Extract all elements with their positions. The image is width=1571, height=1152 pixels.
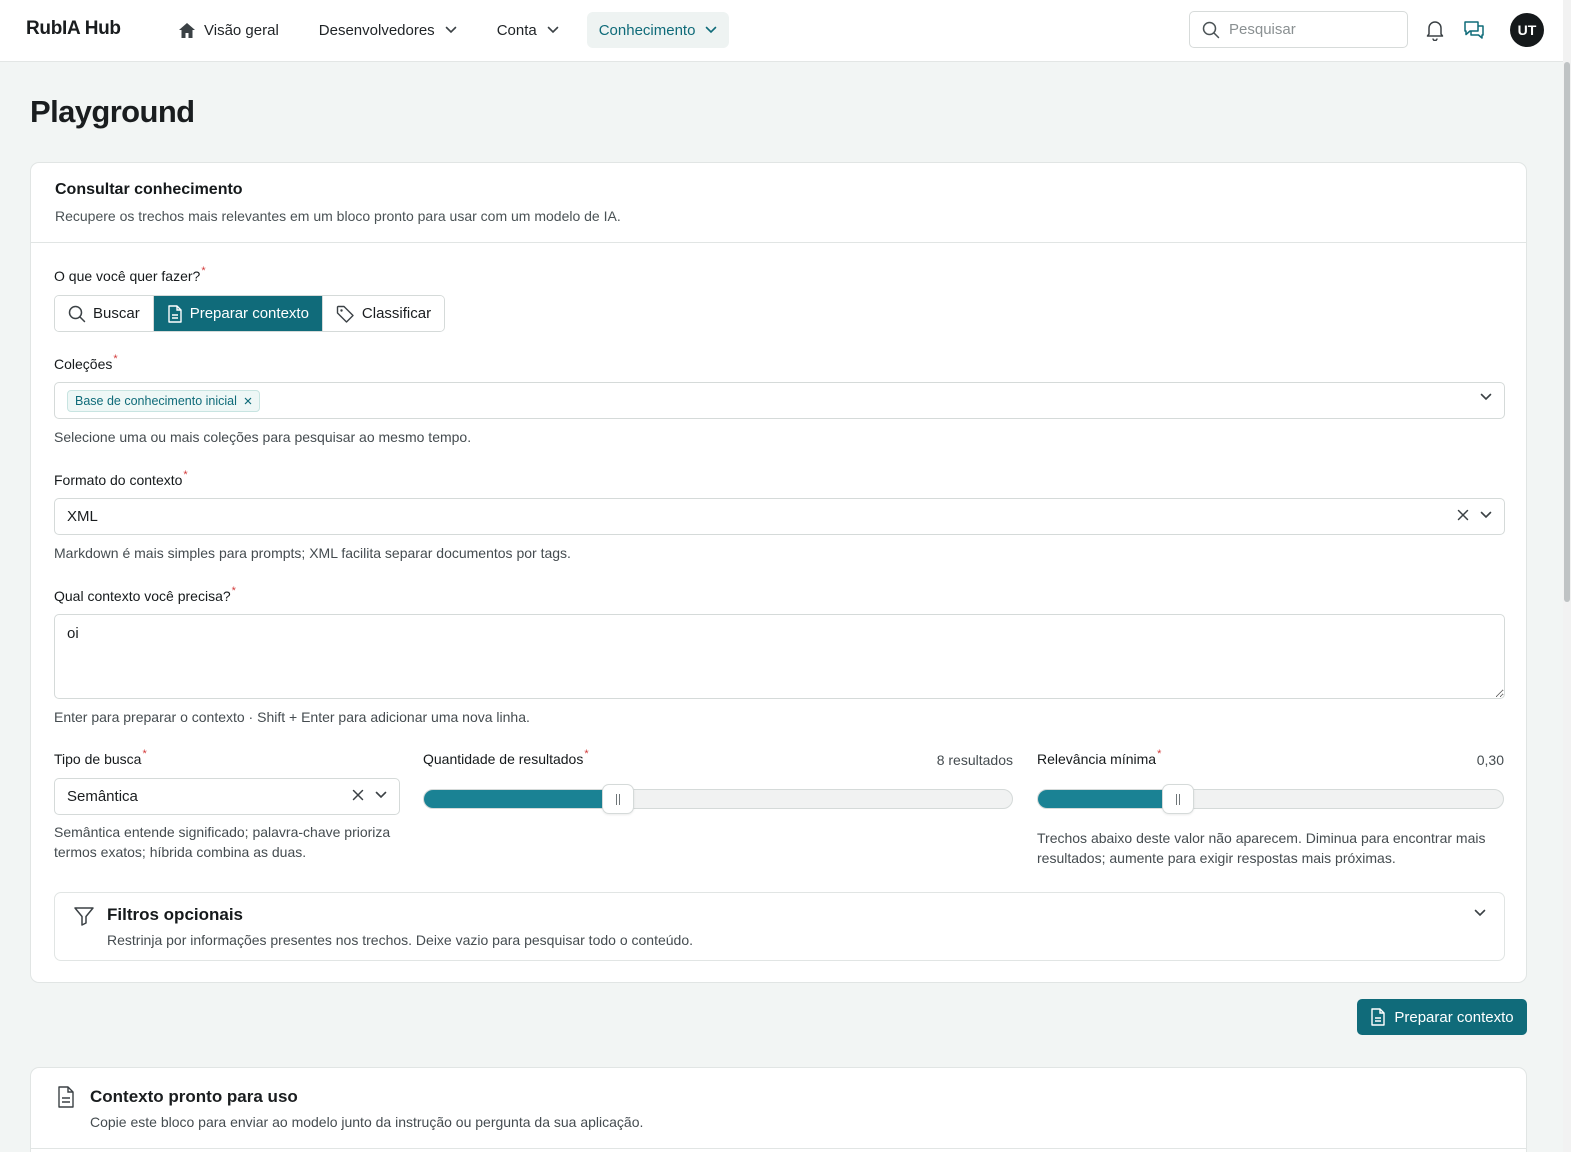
query-label: Qual contexto você precisa?*: [54, 585, 236, 604]
nav-item-knowledge[interactable]: Conhecimento: [586, 12, 730, 48]
prepare-context-button[interactable]: Preparar contexto: [1357, 999, 1527, 1035]
mode-search-button[interactable]: Buscar: [55, 296, 154, 331]
collections-label: Coleções*: [54, 353, 118, 372]
tag-icon: [336, 305, 354, 323]
card-title: Consultar conhecimento: [55, 181, 243, 198]
slider-thumb[interactable]: [1162, 784, 1194, 814]
chevron-down-icon[interactable]: [1480, 511, 1492, 519]
slider-fill: [424, 790, 618, 808]
nav-item-developers[interactable]: Desenvolvedores: [307, 12, 469, 48]
min-relevance-help: Trechos abaixo deste valor não aparecem.…: [1037, 830, 1486, 866]
query-textarea[interactable]: [54, 614, 1505, 699]
card-header: Consultar conhecimento Recupere os trech…: [31, 163, 1526, 243]
optional-filters-accordion[interactable]: Filtros opcionais Restrinja por informaç…: [54, 892, 1505, 961]
search-icon: [1202, 21, 1220, 38]
search-type-help: Semântica entende significado; palavra-c…: [54, 824, 391, 860]
format-select[interactable]: XML: [54, 498, 1505, 535]
avatar[interactable]: UT: [1510, 13, 1544, 47]
chevron-down-icon: [547, 26, 559, 34]
chevron-down-icon: [706, 26, 717, 34]
query-knowledge-card: Consultar conhecimento Recupere os trech…: [30, 162, 1527, 983]
clear-icon[interactable]: [1457, 509, 1469, 521]
chat-icon[interactable]: [1463, 19, 1485, 41]
min-relevance-slider[interactable]: [1037, 784, 1504, 814]
query-help: Enter para preparar o contexto · Shift +…: [54, 709, 530, 725]
home-icon: [179, 22, 195, 38]
mode-prepare-context-button[interactable]: Preparar contexto: [153, 296, 323, 331]
format-label: Formato do contexto*: [54, 469, 188, 488]
slider-fill: [1038, 790, 1178, 808]
document-icon: [167, 304, 182, 323]
results-count-value: 8 resultados: [936, 752, 1013, 768]
min-relevance-value: 0,30: [1476, 752, 1504, 768]
search-icon: [68, 305, 86, 322]
close-icon[interactable]: [244, 397, 252, 405]
collections-multiselect[interactable]: Base de conhecimento inicial: [54, 382, 1505, 419]
nav-item-account[interactable]: Conta: [485, 12, 571, 48]
filters-title: Filtros opcionais: [107, 905, 244, 924]
result-card-title: Contexto pronto para uso: [90, 1087, 298, 1106]
filter-icon: [74, 907, 94, 926]
mode-label: O que você quer fazer?*: [54, 265, 206, 284]
nav-item-label: Conta: [496, 21, 537, 39]
nav-item-overview[interactable]: Visão geral: [166, 12, 291, 48]
results-count-label: Quantidade de resultados*: [423, 748, 589, 767]
search-type-label: Tipo de busca*: [54, 748, 147, 767]
brand-logo[interactable]: RubIA Hub: [26, 18, 121, 40]
collection-tag: Base de conhecimento inicial: [67, 389, 260, 412]
collections-help: Selecione uma ou mais coleções para pesq…: [54, 429, 472, 445]
mode-segmented-control: Buscar Preparar contexto Classificar: [54, 295, 446, 332]
clear-icon[interactable]: [352, 789, 364, 801]
nav-item-label: Visão geral: [204, 21, 279, 39]
document-icon: [1371, 1008, 1386, 1026]
nav-item-label: Desenvolvedores: [318, 21, 435, 39]
page-scrollbar[interactable]: [1563, 0, 1571, 1152]
divider: [31, 1148, 1526, 1149]
search-type-select[interactable]: Semântica: [54, 778, 400, 815]
page-title: Playground: [30, 94, 195, 129]
result-card-subtitle: Copie este bloco para enviar ao modelo j…: [90, 1114, 644, 1130]
bell-icon[interactable]: [1425, 19, 1445, 41]
mode-classify-button[interactable]: Classificar: [322, 296, 445, 331]
format-help: Markdown é mais simples para prompts; XM…: [54, 545, 571, 561]
main-nav: Visão geral Desenvolvedores Conta Conhec…: [166, 12, 745, 48]
context-result-card: Contexto pronto para uso Copie este bloc…: [30, 1067, 1527, 1152]
slider-thumb[interactable]: [602, 784, 634, 814]
search-input[interactable]: [1229, 21, 1389, 38]
nav-item-label: Conhecimento: [598, 21, 696, 39]
min-relevance-label: Relevância mínima*: [1037, 748, 1162, 767]
chevron-down-icon[interactable]: [375, 791, 387, 799]
results-count-slider[interactable]: [423, 784, 1013, 814]
scrollbar-thumb[interactable]: [1564, 62, 1570, 602]
document-icon: [58, 1086, 74, 1108]
top-bar: RubIA Hub Visão geral Desenvolvedores Co…: [0, 0, 1563, 62]
card-subtitle: Recupere os trechos mais relevantes em u…: [55, 208, 621, 224]
chevron-down-icon: [445, 26, 456, 34]
chevron-down-icon[interactable]: [1474, 909, 1486, 917]
chevron-down-icon[interactable]: [1480, 393, 1492, 401]
filters-subtitle: Restrinja por informações presentes nos …: [107, 932, 693, 948]
global-search[interactable]: [1189, 11, 1408, 48]
